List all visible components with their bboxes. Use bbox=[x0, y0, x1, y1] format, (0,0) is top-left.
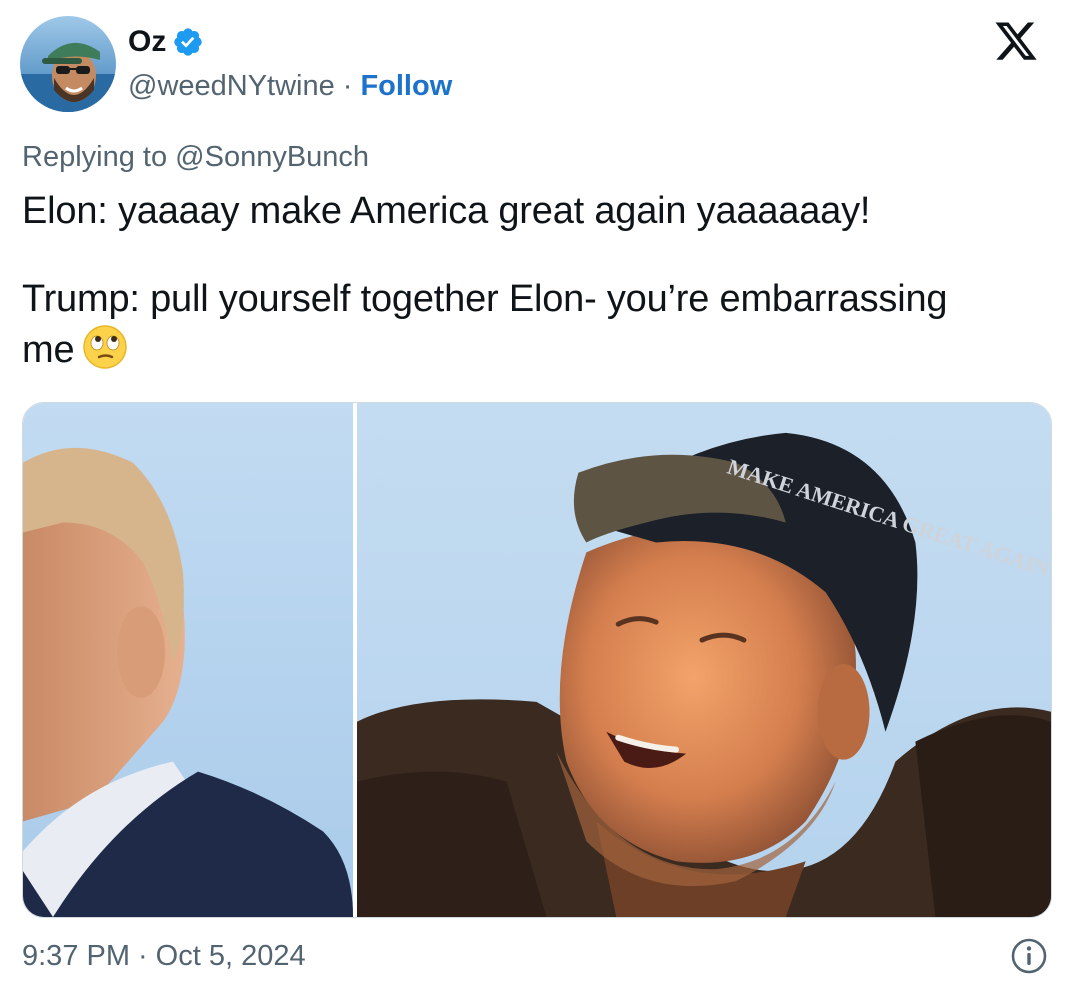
timestamp-separator: · bbox=[138, 939, 148, 972]
profile-avatar-image bbox=[20, 16, 116, 112]
media-grid: MAKE AMERICA GREAT AGAIN bbox=[22, 402, 1052, 918]
tweet-line-3-row: me bbox=[22, 324, 1042, 375]
follow-button[interactable]: Follow bbox=[360, 66, 452, 106]
photo-right-image: MAKE AMERICA GREAT AGAIN bbox=[357, 403, 1051, 917]
replying-to-handle[interactable]: @SonnyBunch bbox=[175, 141, 369, 173]
tweet-card: Oz @weedNYtwine · Follow Replying to @So… bbox=[0, 0, 1078, 992]
tweet-line-2: Trump: pull yourself together Elon- you’… bbox=[22, 278, 948, 320]
author-name-row: Oz bbox=[128, 22, 204, 62]
avatar[interactable] bbox=[20, 16, 116, 112]
verified-badge-icon bbox=[174, 28, 203, 56]
photo-left-image bbox=[23, 403, 353, 917]
x-logo-icon[interactable] bbox=[978, 22, 1054, 64]
info-icon-glyph bbox=[1011, 938, 1047, 974]
tweet-line-1: Elon: yaaaay make America great again ya… bbox=[22, 190, 871, 232]
photo-right[interactable]: MAKE AMERICA GREAT AGAIN bbox=[357, 403, 1051, 917]
handle-separator: · bbox=[342, 70, 353, 102]
photo-left[interactable] bbox=[23, 403, 353, 917]
replying-to-prefix: Replying to bbox=[22, 141, 168, 173]
info-icon[interactable] bbox=[1010, 937, 1048, 975]
rolling-eyes-emoji-icon bbox=[82, 324, 128, 370]
x-logo-glyph bbox=[995, 22, 1037, 60]
author-handle-row: @weedNYtwine · Follow bbox=[128, 66, 452, 106]
author-display-name[interactable]: Oz bbox=[128, 22, 166, 62]
tweet-time[interactable]: 9:37 PM bbox=[22, 940, 130, 973]
author-handle[interactable]: @weedNYtwine bbox=[128, 66, 335, 106]
tweet-date[interactable]: Oct 5, 2024 bbox=[156, 940, 306, 973]
tweet-text: Elon: yaaaay make America great again ya… bbox=[22, 186, 1042, 375]
tweet-timestamp-row: 9:37 PM · Oct 5, 2024 bbox=[22, 936, 306, 976]
tweet-line-3: me bbox=[22, 329, 75, 371]
replying-to-line: Replying to @SonnyBunch bbox=[22, 138, 369, 176]
